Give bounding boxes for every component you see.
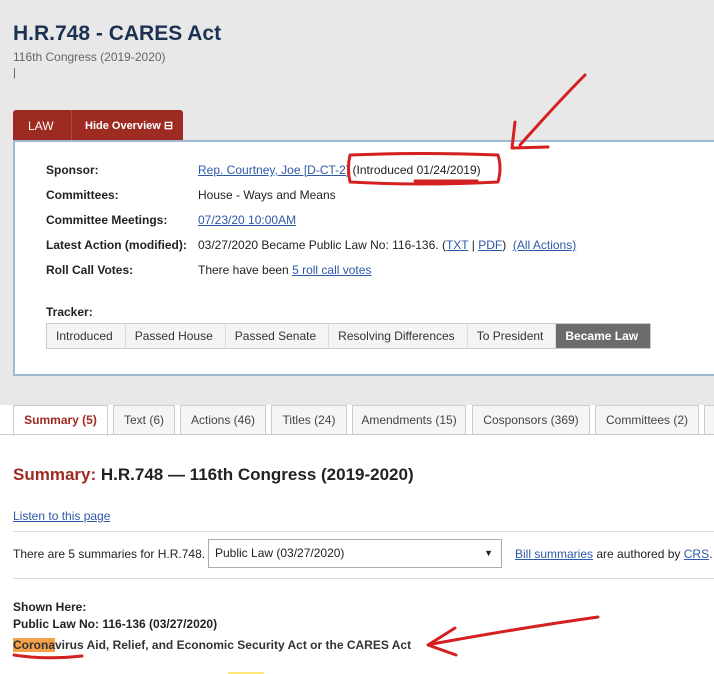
sponsor-value: Rep. Courtney, Joe [D-CT-2] (Introduced … <box>198 163 481 177</box>
tracker-step-became-law: Became Law <box>556 324 651 348</box>
latest-close: ) <box>502 238 507 252</box>
summaries-count: There are 5 summaries for H.R.748. <box>13 547 206 561</box>
tracker-step-introduced: Introduced <box>47 324 126 348</box>
rollcall-label: Roll Call Votes: <box>46 263 134 277</box>
highlighted-term: Corona <box>13 638 55 652</box>
introduced-prefix: (Introduced <box>352 163 417 177</box>
law-tab-divider <box>71 110 72 142</box>
tracker-step-resolving-differences: Resolving Differences <box>329 324 468 348</box>
bill-title: H.R.748 - CARES Act <box>13 22 222 45</box>
tab-cosponsors[interactable]: Cosponsors (369) <box>472 405 590 435</box>
tab-text[interactable]: Text (6) <box>113 405 175 435</box>
bill-header-area: H.R.748 - CARES Act 116th Congress (2019… <box>0 0 714 405</box>
bill-summaries-link[interactable]: Bill summaries <box>515 547 593 561</box>
meeting-link[interactable]: 07/23/20 10:00AM <box>198 213 296 227</box>
summary-heading: Summary: H.R.748 — 116th Congress (2019-… <box>13 465 414 485</box>
rollcall-link[interactable]: 5 roll call votes <box>292 263 371 277</box>
act-title-rest: virus Aid, Relief, and Economic Security… <box>55 638 412 652</box>
authored-end: . <box>709 547 713 561</box>
listen-link[interactable]: Listen to this page <box>13 509 110 523</box>
latest-sep: | <box>468 238 479 252</box>
annotation-arrowhead-bottom <box>426 626 458 657</box>
public-law-number: Public Law No: 116-136 (03/27/2020) <box>13 617 218 631</box>
tracker-step-passed-house: Passed House <box>125 324 226 348</box>
tracker-bar: Introduced Passed House Passed Senate Re… <box>46 323 652 349</box>
committees-label: Committees: <box>46 188 119 202</box>
introduced-date: 01/24/2019 <box>416 163 477 177</box>
tracker-step-passed-senate: Passed Senate <box>225 324 330 348</box>
law-label: LAW <box>28 119 54 133</box>
text-cursor: | <box>13 67 16 79</box>
act-title: Coronavirus Aid, Relief, and Economic Se… <box>13 638 411 652</box>
all-actions-link[interactable]: (All Actions) <box>513 238 576 252</box>
tab-summary[interactable]: Summary (5) <box>13 405 108 436</box>
tab-amendments[interactable]: Amendments (15) <box>352 405 466 435</box>
annotation-underline-corona <box>12 653 84 660</box>
annotation-arrow-bottom <box>430 615 600 646</box>
congress-label: 116th Congress (2019-2020) <box>13 50 166 64</box>
tracker-label: Tracker: <box>46 305 93 319</box>
meetings-value: 07/23/20 10:00AM <box>198 213 296 227</box>
rollcall-prefix: There have been <box>198 263 293 277</box>
tabs-divider <box>0 434 714 435</box>
authored-note: Bill summaries are authored by CRS. <box>515 547 712 561</box>
tab-actions[interactable]: Actions (46) <box>180 405 266 435</box>
latest-action-value: 03/27/2020 Became Public Law No: 116-136… <box>198 238 576 252</box>
overview-panel: Sponsor: Rep. Courtney, Joe [D-CT-2] (In… <box>13 140 714 376</box>
summary-heading-prefix: Summary: <box>13 465 97 484</box>
sponsor-label: Sponsor: <box>46 163 99 177</box>
tab-titles[interactable]: Titles (24) <box>271 405 347 435</box>
tracker-step-to-president: To President <box>467 324 557 348</box>
divider <box>13 531 714 532</box>
shown-here-label: Shown Here: <box>13 600 87 614</box>
crs-link[interactable]: CRS <box>684 547 709 561</box>
introduced-suffix: ) <box>476 163 481 177</box>
summary-version-select[interactable]: Public Law (03/27/2020) ▼ <box>208 539 502 568</box>
rollcall-value: There have been 5 roll call votes <box>198 263 371 277</box>
pdf-link[interactable]: PDF <box>478 238 502 252</box>
hide-overview-button[interactable]: Hide Overview ⊟ <box>85 119 173 132</box>
meetings-label: Committee Meetings: <box>46 213 168 227</box>
summary-version-value: Public Law (03/27/2020) <box>215 546 345 560</box>
tab-committees[interactable]: Committees (2) <box>595 405 699 435</box>
law-status-tab: LAW Hide Overview ⊟ <box>13 110 183 142</box>
sponsor-link[interactable]: Rep. Courtney, Joe [D-CT-2] <box>198 163 349 177</box>
authored-text: are authored by <box>593 547 684 561</box>
txt-link[interactable]: TXT <box>446 238 468 252</box>
dropdown-arrow-icon: ▼ <box>484 548 493 558</box>
latest-action-text: 03/27/2020 Became Public Law No: 116-136… <box>198 238 446 252</box>
committees-value: House - Ways and Means <box>198 188 336 202</box>
bill-tabs: Summary (5) Text (6) Actions (46) Titles… <box>13 405 714 436</box>
latest-action-label: Latest Action (modified): <box>46 238 187 252</box>
summary-heading-rest: H.R.748 — 116th Congress (2019-2020) <box>96 465 414 484</box>
divider <box>13 578 714 579</box>
tab-overflow[interactable] <box>704 405 714 435</box>
